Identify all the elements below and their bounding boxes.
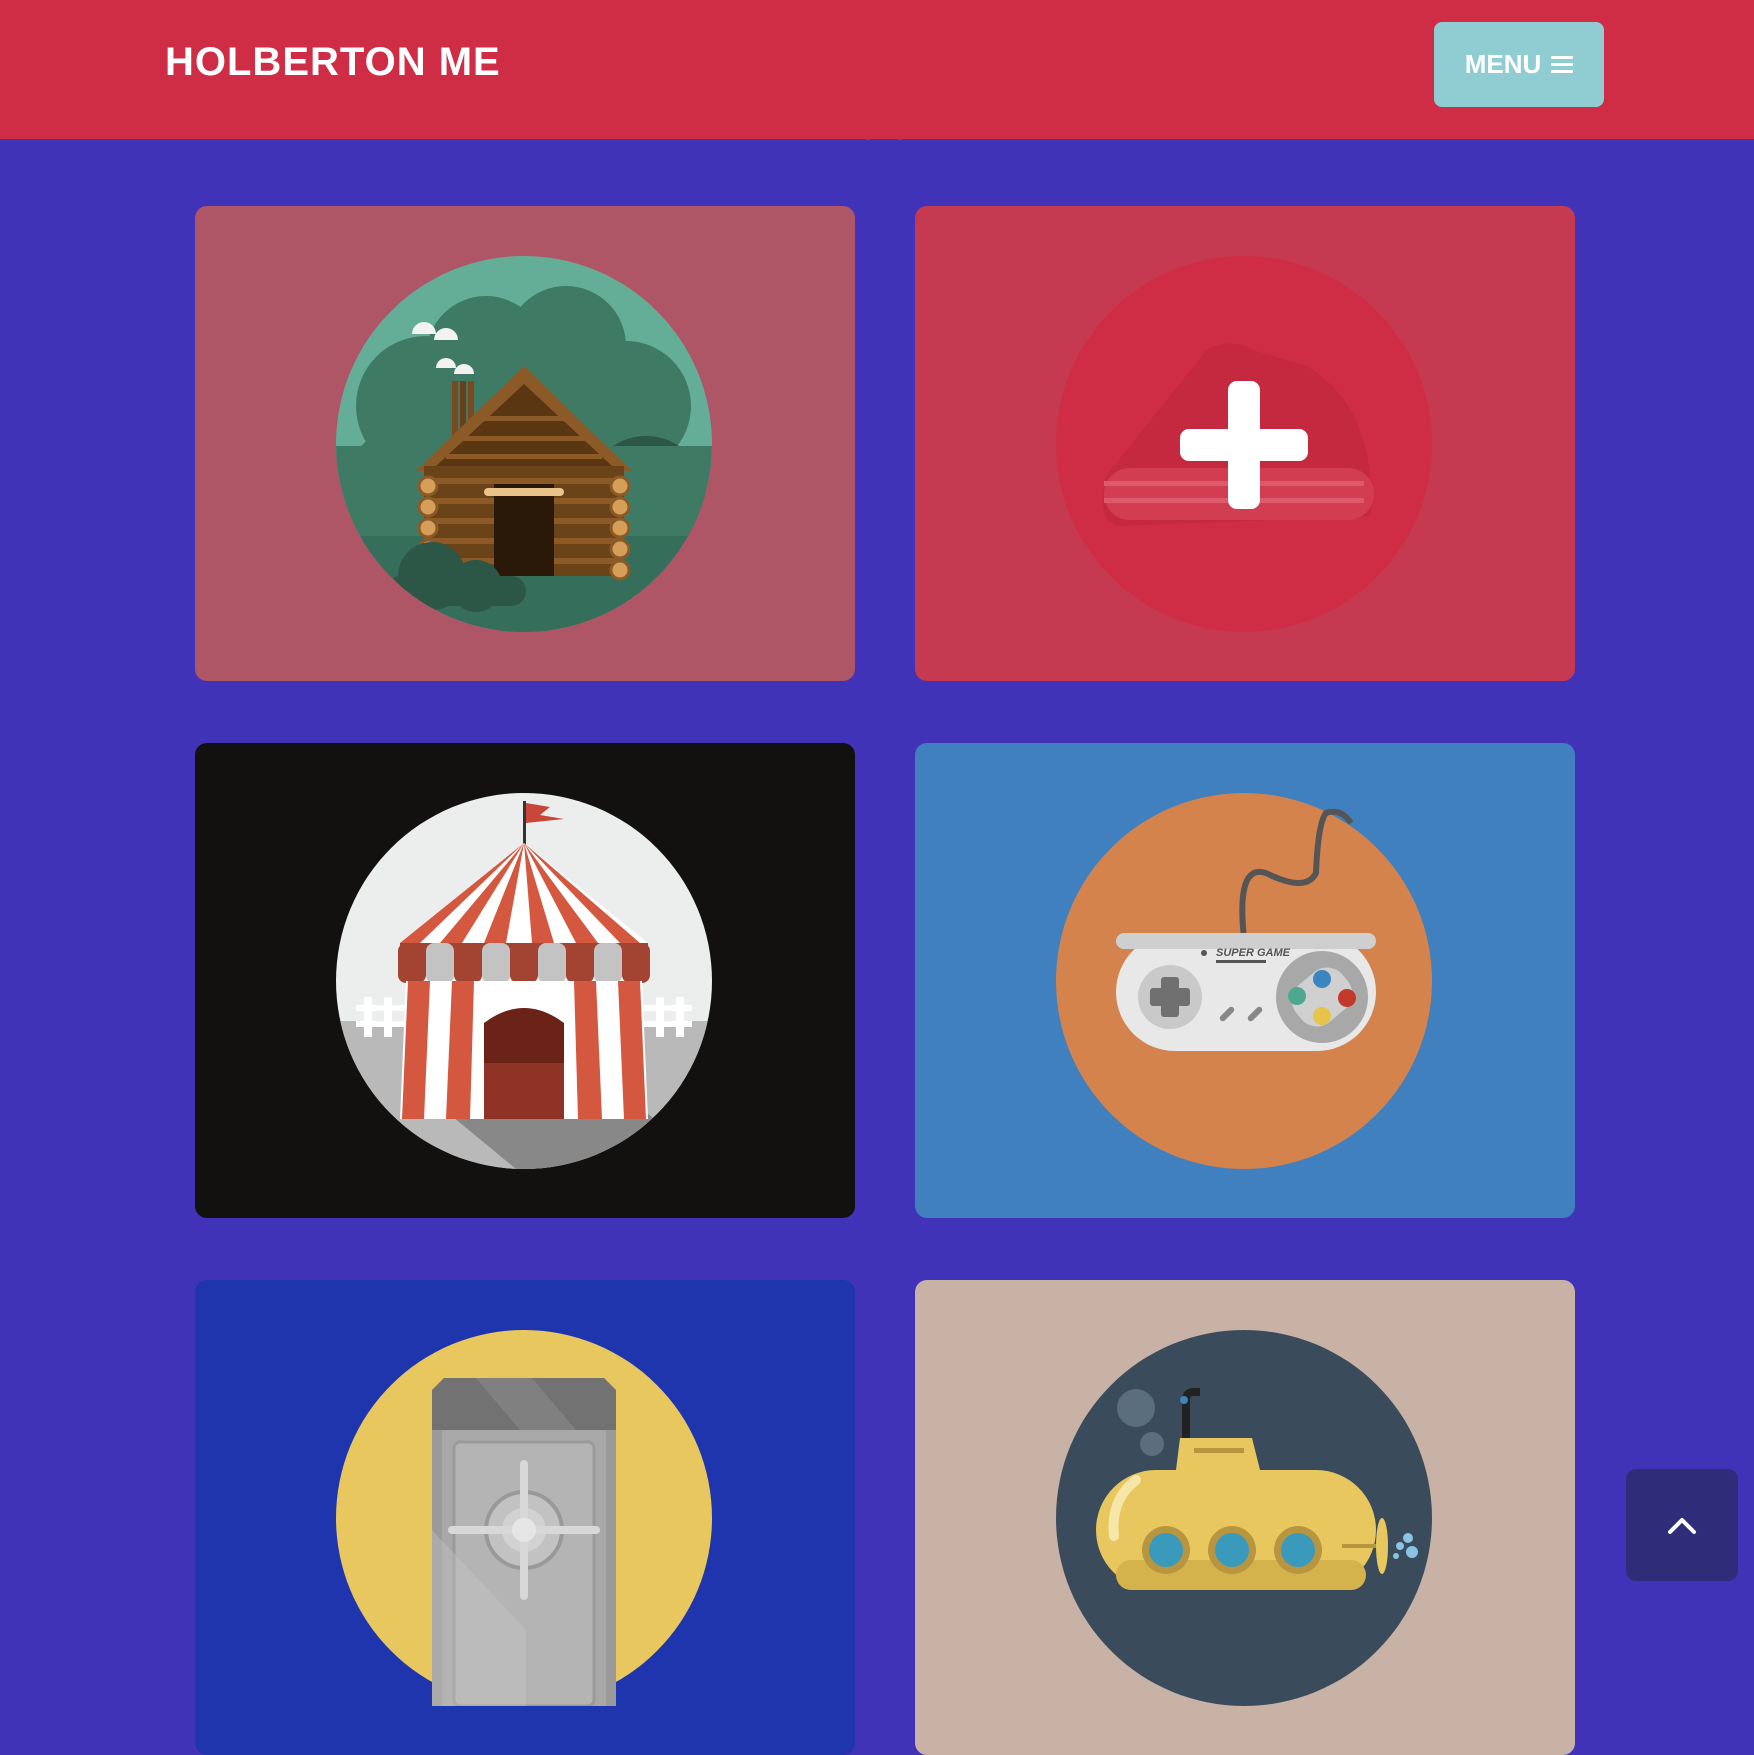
portfolio-item-submarine[interactable] [915, 1280, 1575, 1755]
menu-label: MENU [1464, 49, 1542, 79]
portfolio-item-safe[interactable] [195, 1280, 855, 1755]
scroll-to-top-button[interactable] [1626, 1469, 1738, 1581]
chevron-up-icon [1668, 1518, 1696, 1534]
game-controller-icon: SUPER GAME [1056, 793, 1432, 1169]
navbar: HOLBERTON ME MENU [0, 0, 1754, 139]
hamburger-icon [1551, 56, 1574, 73]
plus-icon [1056, 256, 1432, 632]
controller-brand-text: SUPER GAME [1216, 947, 1291, 959]
submarine-icon [1056, 1330, 1432, 1706]
nav-notch-decoration [863, 132, 905, 140]
portfolio-item-circus[interactable] [195, 743, 855, 1218]
menu-button[interactable]: MENU [1434, 22, 1604, 107]
brand-logo[interactable]: HOLBERTON ME [165, 40, 501, 85]
portfolio-item-game[interactable]: SUPER GAME [915, 743, 1575, 1218]
portfolio-item-cabin[interactable] [195, 206, 855, 681]
log-cabin-icon [336, 256, 712, 632]
safe-icon [336, 1330, 712, 1706]
portfolio-item-add[interactable] [915, 206, 1575, 681]
circus-tent-icon [336, 793, 712, 1169]
